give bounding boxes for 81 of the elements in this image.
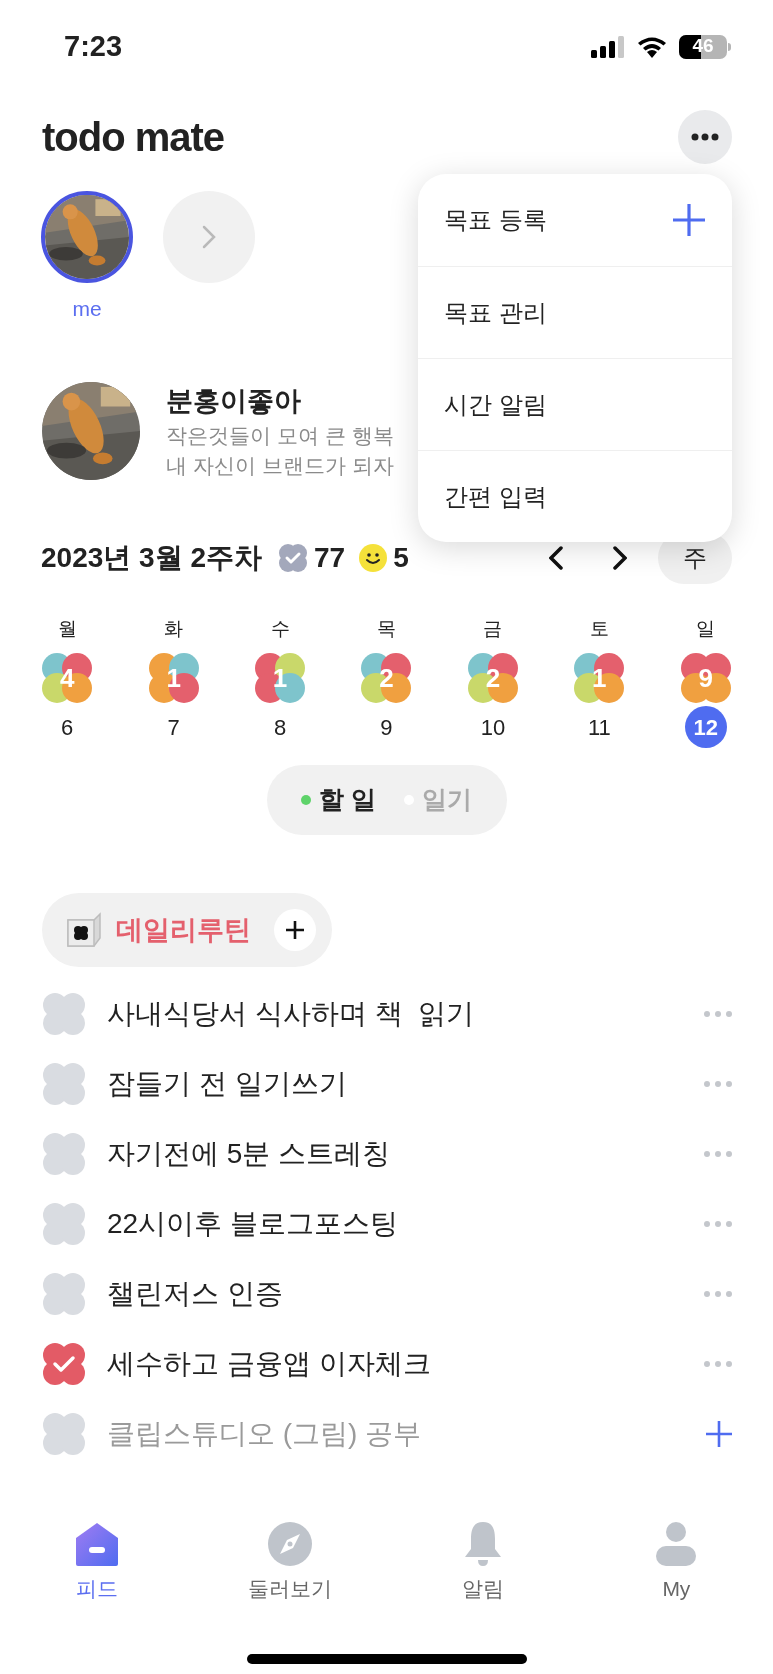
nav-tab[interactable]: My xyxy=(579,1520,773,1604)
week-title: 2023년 3월 2주차 xyxy=(41,541,262,575)
category-label: 데일리루틴 xyxy=(116,913,251,947)
stat-count: 5 xyxy=(393,541,409,575)
menu-item[interactable]: 목표 관리 xyxy=(418,266,732,358)
nav-tab[interactable]: 피드 xyxy=(0,1520,194,1604)
weekday-label: 월 xyxy=(57,617,77,641)
profile-bio: 작은것들이 모여 큰 행복 xyxy=(166,423,394,449)
checkbox[interactable] xyxy=(42,1272,86,1316)
more-icon[interactable] xyxy=(703,1010,733,1018)
more-button[interactable] xyxy=(678,110,732,164)
checkbox[interactable] xyxy=(42,1412,86,1456)
date-label[interactable]: 12 xyxy=(684,706,727,748)
weekday-label: 일 xyxy=(696,617,716,641)
profile-name: 분홍이좋아 xyxy=(166,384,302,418)
weekday-label: 화 xyxy=(164,617,184,641)
app-logo: todo mate xyxy=(42,114,225,161)
todo-text[interactable]: 사내식당서 식사하며 책 읽기 xyxy=(107,993,475,1035)
date-label[interactable]: 11 xyxy=(578,706,621,748)
plus-icon xyxy=(285,920,305,940)
todo-text[interactable]: 챌린저스 인증 xyxy=(107,1273,283,1315)
task-count: 2 xyxy=(485,665,501,691)
view-tab[interactable]: 할 일 xyxy=(301,781,376,819)
wifi-icon xyxy=(637,35,667,58)
new-todo-input[interactable]: 클립스튜디오 (그림) 공부 xyxy=(107,1413,705,1455)
plus-icon[interactable] xyxy=(705,1420,733,1448)
task-count: 1 xyxy=(592,665,607,691)
date-label[interactable]: 10 xyxy=(471,706,514,748)
checkbox[interactable] xyxy=(42,1132,86,1176)
more-icon[interactable] xyxy=(703,1080,733,1088)
flower-icon xyxy=(466,652,519,704)
date-label[interactable]: 9 xyxy=(365,706,408,748)
more-icon[interactable] xyxy=(703,1360,733,1368)
flower-icon xyxy=(679,652,732,704)
chevron-right-icon xyxy=(202,225,216,249)
more-icon[interactable] xyxy=(703,1150,733,1158)
date-label[interactable]: 8 xyxy=(259,706,302,748)
menu-item[interactable]: 시간 알림 xyxy=(418,358,732,450)
avatar-name: me xyxy=(72,296,102,322)
nav-tab[interactable]: 알림 xyxy=(386,1520,580,1604)
home-icon xyxy=(73,1520,120,1567)
more-icon[interactable] xyxy=(703,1220,733,1228)
checkbox[interactable] xyxy=(42,1342,86,1386)
date-label[interactable]: 7 xyxy=(152,706,195,748)
smiley-icon xyxy=(359,544,388,572)
category-icon xyxy=(64,912,104,948)
weekday-label: 토 xyxy=(589,617,609,641)
task-count: 4 xyxy=(59,665,75,691)
stat-count: 77 xyxy=(314,541,346,575)
flower-icon xyxy=(360,652,413,704)
check-badge-icon xyxy=(278,543,308,573)
weekday-label: 수 xyxy=(270,617,290,641)
more-icon xyxy=(691,133,719,141)
date-label[interactable]: 6 xyxy=(46,706,89,748)
status-time: 7:23 xyxy=(64,28,123,64)
chevron-right-icon xyxy=(613,546,627,570)
checkbox[interactable] xyxy=(42,1062,86,1106)
todo-text[interactable]: 자기전에 5분 스트레칭 xyxy=(107,1133,391,1175)
flower-icon xyxy=(41,652,94,704)
todo-text[interactable]: 잠들기 전 일기쓰기 xyxy=(107,1063,347,1105)
signal-icon xyxy=(591,35,625,58)
profile-bio: 내 자신이 브랜드가 되자 xyxy=(166,453,394,479)
todo-text[interactable]: 22시이후 블로그포스팅 xyxy=(107,1203,398,1245)
task-count: 9 xyxy=(698,665,713,691)
plus-icon xyxy=(672,203,706,237)
flower-icon xyxy=(147,652,200,704)
checkbox[interactable] xyxy=(42,992,86,1036)
chevron-left-icon xyxy=(549,546,563,570)
flower-icon xyxy=(573,652,626,704)
weekday-label: 목 xyxy=(377,617,396,641)
todo-text[interactable]: 세수하고 금융앱 이자체크 xyxy=(107,1343,431,1385)
weekday-label: 금 xyxy=(483,617,503,641)
more-icon[interactable] xyxy=(703,1290,733,1298)
nav-tab[interactable]: 둘러보기 xyxy=(193,1520,387,1604)
flower-icon xyxy=(254,652,307,704)
menu-item[interactable]: 간편 입력 xyxy=(418,450,732,542)
compass-icon xyxy=(266,1520,313,1567)
menu-item[interactable]: 목표 등록 xyxy=(418,174,732,266)
add-todo-button[interactable] xyxy=(274,909,316,951)
task-count: 2 xyxy=(379,665,394,691)
checkbox[interactable] xyxy=(42,1202,86,1246)
